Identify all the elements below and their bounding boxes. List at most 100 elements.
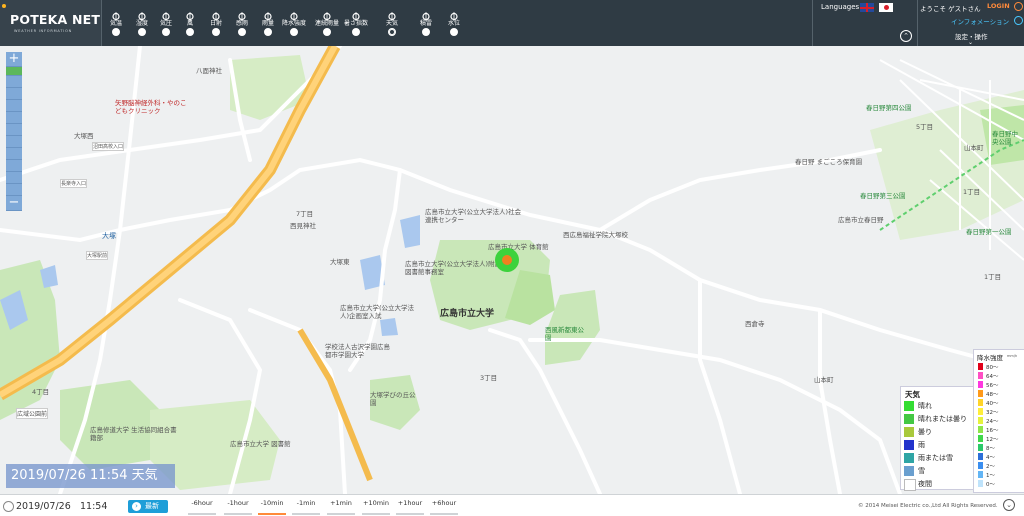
menu-item-radio[interactable] xyxy=(112,28,120,36)
information-link[interactable]: インフォメーション xyxy=(951,16,1009,26)
logo-title: POTEKA NET xyxy=(10,12,101,27)
map-label: 大塚 xyxy=(102,232,116,240)
zoom-level-current[interactable] xyxy=(6,67,22,76)
information-toggle-icon[interactable] xyxy=(1014,16,1023,25)
zoom-level[interactable] xyxy=(6,160,22,172)
english-flag-icon[interactable] xyxy=(860,3,874,12)
rain-legend-label: 16～ xyxy=(986,428,999,434)
zoom-level[interactable] xyxy=(6,112,22,124)
menu-item-weather[interactable]: 天気 xyxy=(378,4,406,42)
menu-item-radio[interactable] xyxy=(162,28,170,36)
zoom-level[interactable] xyxy=(6,88,22,100)
lightning-icon xyxy=(421,6,431,21)
zoom-in-button[interactable]: + xyxy=(6,52,22,67)
collapse-header-button[interactable]: ⌃ xyxy=(900,30,912,42)
clock-icon xyxy=(3,501,14,512)
rain-legend-label: 24～ xyxy=(986,419,999,425)
login-toggle-icon[interactable] xyxy=(1014,2,1023,11)
weather-legend-item: 雨または雪 xyxy=(904,452,970,463)
time-step-button[interactable]: +6hour xyxy=(428,499,460,515)
umbrella-icon xyxy=(237,6,247,21)
menu-item-radio[interactable] xyxy=(212,28,220,36)
rain-legend-swatch xyxy=(978,471,983,478)
japanese-flag-icon[interactable] xyxy=(879,3,893,12)
weather-station-marker[interactable] xyxy=(495,248,519,272)
menu-item-radio[interactable] xyxy=(450,28,458,36)
weather-legend-label: 晴れまたは曇り xyxy=(918,415,967,423)
login-link[interactable]: LOGIN xyxy=(987,2,1010,10)
time-step-button[interactable]: +1min xyxy=(325,499,357,515)
time-step-button[interactable]: -6hour xyxy=(186,499,218,515)
map-label: 広島市立大学 図書館 xyxy=(230,440,291,448)
map-label: 矢野脳神経外科・やのこどもクリニック xyxy=(115,99,187,115)
map-area[interactable]: + − 八面神社 矢野脳神経外科・やのこどもクリニック 大塚西 沼田高校入口 長… xyxy=(0,46,1024,494)
weather-legend-item: 曇り xyxy=(904,426,970,437)
time-step-label: -6hour xyxy=(191,499,213,507)
zoom-level[interactable] xyxy=(6,172,22,184)
time-step-button[interactable]: -10min xyxy=(256,499,288,515)
rain-legend-item: 1～ xyxy=(978,470,1018,479)
menu-item-water-level[interactable]: 水位 xyxy=(440,4,468,42)
pond xyxy=(380,318,398,336)
languages-label: Languages xyxy=(821,3,860,11)
menu-item-radio[interactable] xyxy=(290,28,298,36)
wind-icon xyxy=(185,6,195,21)
chevron-down-icon[interactable]: ⌄ xyxy=(968,39,973,46)
menu-item-radio[interactable] xyxy=(422,28,430,36)
rain-legend-title: 降水強度 xyxy=(977,354,1003,362)
latest-button[interactable]: › 最新 xyxy=(128,500,168,513)
top-bar: POTEKA NET WEATHER INFORMATION 気温 湿度 気圧風日射… xyxy=(0,0,1024,46)
time-step-button[interactable]: +10min xyxy=(360,499,392,515)
rain-legend-swatch xyxy=(978,408,983,415)
zoom-level[interactable] xyxy=(6,148,22,160)
time-step-button[interactable]: +1hour xyxy=(394,499,426,515)
rain-legend-label: 32～ xyxy=(986,410,999,416)
map-label: 大塚東 xyxy=(330,258,350,266)
rain-legend-label: 48～ xyxy=(986,392,999,398)
time-step-label: +1min xyxy=(330,499,352,507)
map-label: 西見神社 xyxy=(290,222,316,230)
weather-legend-swatch xyxy=(904,453,914,463)
menu-item-radio[interactable] xyxy=(388,28,396,36)
rain-legend-item: 48～ xyxy=(978,389,1018,398)
zoom-level[interactable] xyxy=(6,136,22,148)
expand-timeline-button[interactable]: ⌄ xyxy=(1003,499,1015,511)
map-label: 八面神社 xyxy=(196,67,222,75)
menu-item-radio[interactable] xyxy=(186,28,194,36)
map-label: 山本町 xyxy=(964,144,984,152)
menu-item-radio[interactable] xyxy=(138,28,146,36)
zoom-level[interactable] xyxy=(6,124,22,136)
app-logo[interactable]: POTEKA NET WEATHER INFORMATION xyxy=(0,0,102,46)
rain-legend-swatch xyxy=(978,480,983,487)
weather-legend-item: 夜間 xyxy=(904,478,970,491)
rain-gauge-icon xyxy=(263,6,273,21)
zoom-out-button[interactable]: − xyxy=(6,196,22,211)
rain-legend-label: 8～ xyxy=(986,446,995,452)
weather-legend-title: 天気 xyxy=(905,390,920,399)
map-label: 春日野第三公園 xyxy=(860,192,906,200)
time-step-button[interactable]: -1min xyxy=(290,499,322,515)
current-date: 2019/07/26 xyxy=(16,501,71,512)
menu-item-radio[interactable] xyxy=(323,28,331,36)
weather-legend-label: 晴れ xyxy=(918,402,932,410)
zoom-level[interactable] xyxy=(6,76,22,88)
rain-legend-swatch xyxy=(978,417,983,424)
map-label: 広島修道大学 生活協同組合書籍部 xyxy=(90,426,177,442)
menu-item-radio[interactable] xyxy=(352,28,360,36)
thermometer-icon xyxy=(111,6,121,21)
rain-legend-swatch xyxy=(978,444,983,451)
zoom-level[interactable] xyxy=(6,100,22,112)
menu-item-radio[interactable] xyxy=(238,28,246,36)
map-label: 広島市立大学 xyxy=(440,309,495,319)
map-label: 長楽寺入口 xyxy=(60,179,88,188)
map-label: 3丁目 xyxy=(480,374,498,382)
menu-item-rain-intensity[interactable]: 降水強度 xyxy=(280,4,308,42)
time-step-label: +6hour xyxy=(431,499,457,507)
map-label: 1丁目 xyxy=(963,188,981,196)
rain-legend-label: 4～ xyxy=(986,455,995,461)
menu-item-heat-index[interactable]: 暑さ指数 xyxy=(342,4,370,42)
rain-legend-swatch xyxy=(978,363,983,370)
time-step-button[interactable]: -1hour xyxy=(222,499,254,515)
menu-item-radio[interactable] xyxy=(264,28,272,36)
weather-icon xyxy=(387,6,397,21)
